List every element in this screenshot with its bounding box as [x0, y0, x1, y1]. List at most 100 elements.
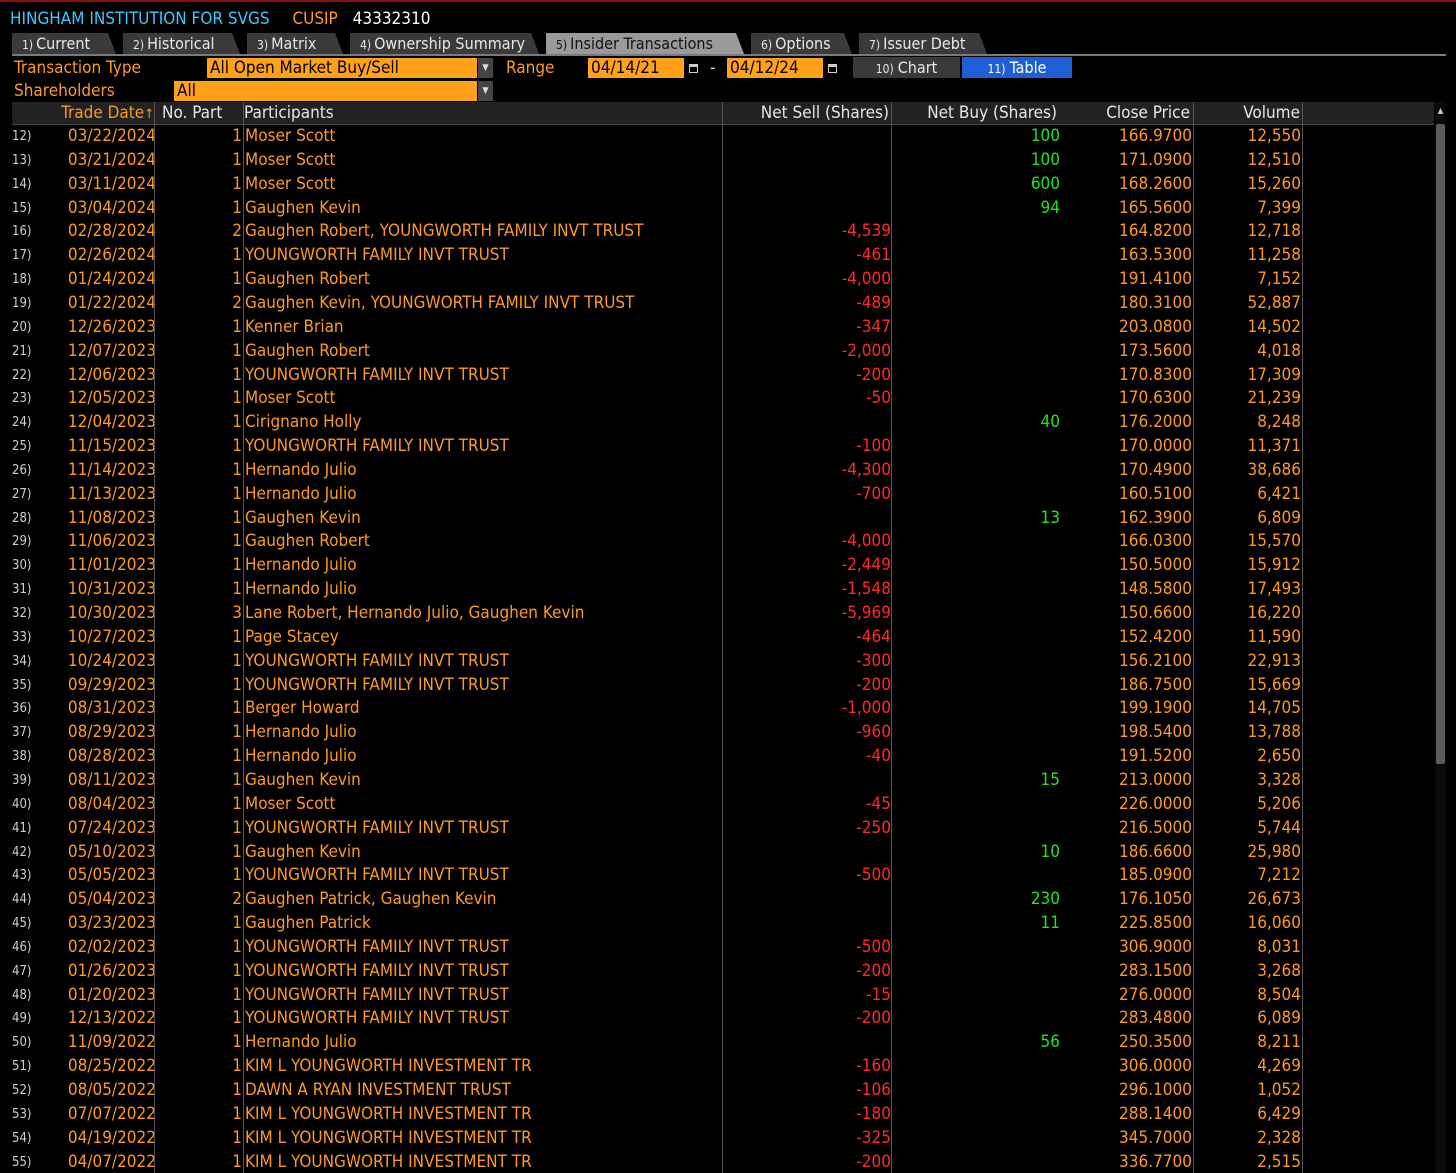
table-row[interactable]: 52) 08/05/2022 1 DAWN A RYAN INVESTMENT TRU…: [12, 1079, 1434, 1103]
cell-vol: 7,212: [1257, 865, 1301, 886]
cell-idx: 55): [12, 1154, 32, 1170]
volume-header[interactable]: Volume: [1194, 102, 1300, 124]
table-row[interactable]: 53) 07/07/2022 1 KIM L YOUNGWORTH INVESTMEN…: [12, 1103, 1434, 1127]
cell-npart: 2: [232, 889, 242, 910]
table-row[interactable]: 42) 05/10/2023 1 Gaughen Kevin 10 186.6600 25,…: [12, 841, 1434, 865]
table-row[interactable]: 45) 03/23/2023 1 Gaughen Patrick 11 225.8500 1…: [12, 912, 1434, 936]
cell-date: 11/09/2022: [67, 1032, 156, 1053]
table-row[interactable]: 21) 12/07/2023 1 Gaughen Robert -2,000 173.56…: [12, 340, 1434, 364]
table-row[interactable]: 27) 11/13/2023 1 Hernando Julio -700 160.5100…: [12, 483, 1434, 507]
tab-label: Current: [36, 34, 91, 53]
table-row[interactable]: 14) 03/11/2024 1 Moser Scott 600 168.2600 15,2…: [12, 173, 1434, 197]
table-row[interactable]: 48) 01/20/2023 1 YOUNGWORTH FAMILY INVT TRU…: [12, 984, 1434, 1008]
trade-date-header[interactable]: Trade Date↑: [48, 102, 154, 124]
cell-close: 164.8200: [1119, 221, 1192, 242]
cell-npart: 1: [232, 1151, 242, 1172]
table-row[interactable]: 30) 11/01/2023 1 Hernando Julio -2,449 150.50…: [12, 554, 1434, 578]
table-row[interactable]: 17) 02/26/2024 1 YOUNGWORTH FAMILY INVT TRU…: [12, 244, 1434, 268]
table-row[interactable]: 22) 12/06/2023 1 YOUNGWORTH FAMILY INVT TRU…: [12, 364, 1434, 388]
table-row[interactable]: 38) 08/28/2023 1 Hernando Julio -40 191.5200 2…: [12, 745, 1434, 769]
cell-sell: [723, 769, 891, 793]
tab-historical[interactable]: 2) Historical: [123, 33, 240, 54]
table-row[interactable]: 31) 10/31/2023 1 Hernando Julio -1,548 148.58…: [12, 578, 1434, 602]
cell-npart: 1: [232, 412, 242, 433]
table-row[interactable]: 35) 09/29/2023 1 YOUNGWORTH FAMILY INVT TRU…: [12, 674, 1434, 698]
table-row[interactable]: 29) 11/06/2023 1 Gaughen Robert -4,000 166.03…: [12, 530, 1434, 554]
cell-sell: -5,969: [841, 603, 891, 623]
security-name: HINGHAM INSTITUTION FOR SVGS: [10, 9, 270, 29]
cell-npart: 3: [232, 603, 242, 623]
shareholders-chevron-down-icon[interactable]: ▼: [478, 81, 493, 101]
cell-npart: 1: [232, 579, 242, 600]
table-row[interactable]: 51) 08/25/2022 1 KIM L YOUNGWORTH INVESTMEN…: [12, 1055, 1434, 1079]
net-buy-header[interactable]: Net Buy (Shares): [892, 102, 1057, 124]
table-row[interactable]: 36) 08/31/2023 1 Berger Howard -1,000 199.190…: [12, 697, 1434, 721]
cell-close: 186.6600: [1119, 841, 1192, 862]
tab-issuer-debt[interactable]: 7) Issuer Debt: [859, 33, 987, 54]
no-part-header[interactable]: No. Part: [162, 102, 252, 124]
table-row[interactable]: 26) 11/14/2023 1 Hernando Julio -4,300 170.49…: [12, 459, 1434, 483]
tab-matrix[interactable]: 3) Matrix: [247, 33, 343, 54]
tab-ownership-summary[interactable]: 4) Ownership Summary: [350, 33, 539, 54]
table-row[interactable]: 55) 04/07/2022 1 KIM L YOUNGWORTH INVESTMEN…: [12, 1151, 1434, 1173]
sort-ascending-icon[interactable]: ↑: [144, 107, 154, 122]
table-row[interactable]: 40) 08/04/2023 1 Moser Scott -45 226.0000 5,20…: [12, 793, 1434, 817]
table-row[interactable]: 49) 12/13/2022 1 YOUNGWORTH FAMILY INVT TRU…: [12, 1007, 1434, 1031]
cell-npart: 1: [232, 173, 242, 194]
table-row[interactable]: 18) 01/24/2024 1 Gaughen Robert -4,000 191.41…: [12, 268, 1434, 292]
tab-insider-transactions[interactable]: 5) Insider Transactions: [546, 33, 744, 54]
cell-buy: [892, 292, 1060, 316]
transaction-type-dropdown[interactable]: All Open Market Buy/Sell: [207, 58, 477, 78]
range-start-date-input[interactable]: 04/14/21: [588, 58, 684, 78]
table-row[interactable]: 25) 11/15/2023 1 YOUNGWORTH FAMILY INVT TRU…: [12, 435, 1434, 459]
tab-label: Options: [775, 34, 831, 53]
range-end-calendar-icon[interactable]: [825, 58, 839, 78]
table-row[interactable]: 43) 05/05/2023 1 YOUNGWORTH FAMILY INVT TRU…: [12, 864, 1434, 888]
table-row[interactable]: 28) 11/08/2023 1 Gaughen Kevin 13 162.3900 6,8…: [12, 507, 1434, 531]
table-row[interactable]: 54) 04/19/2022 1 KIM L YOUNGWORTH INVESTMEN…: [12, 1127, 1434, 1151]
shareholders-dropdown[interactable]: All: [174, 81, 477, 101]
close-price-header[interactable]: Close Price: [1062, 102, 1190, 124]
range-start-calendar-icon[interactable]: [686, 58, 700, 78]
cell-npart: 1: [232, 841, 242, 862]
range-end-date-input[interactable]: 04/12/24: [727, 58, 823, 78]
table-row[interactable]: 23) 12/05/2023 1 Moser Scott -50 170.6300 21,2…: [12, 387, 1434, 411]
cell-buy: [892, 864, 1060, 888]
cell-buy: [892, 1055, 1060, 1079]
cell-date: 12/13/2022: [67, 1008, 156, 1029]
cell-date: 02/02/2023: [67, 936, 156, 957]
table-row[interactable]: 13) 03/21/2024 1 Moser Scott 100 171.0900 12,5…: [12, 149, 1434, 173]
table-row[interactable]: 24) 12/04/2023 1 Cirignano Holly 40 176.2000 8…: [12, 411, 1434, 435]
table-row[interactable]: 32) 10/30/2023 3 Lane Robert, Hernando Juli…: [12, 602, 1434, 626]
tab-options[interactable]: 6) Options: [751, 33, 852, 54]
table-row[interactable]: 44) 05/04/2023 2 Gaughen Patrick, Gaughen K…: [12, 888, 1434, 912]
table-row[interactable]: 33) 10/27/2023 1 Page Stacey -464 152.4200 11,…: [12, 626, 1434, 650]
table-button[interactable]: 11) Table: [962, 57, 1072, 78]
cell-buy: [892, 626, 1060, 650]
transaction-type-chevron-down-icon[interactable]: ▼: [478, 58, 493, 78]
cell-sell: -40: [866, 746, 891, 767]
table-row[interactable]: 50) 11/09/2022 1 Hernando Julio 56 250.3500 8,…: [12, 1031, 1434, 1055]
table-row[interactable]: 12) 03/22/2024 1 Moser Scott 100 166.9700 12,5…: [12, 125, 1434, 149]
table-row[interactable]: 41) 07/24/2023 1 YOUNGWORTH FAMILY INVT TRU…: [12, 817, 1434, 841]
table-row[interactable]: 46) 02/02/2023 1 YOUNGWORTH FAMILY INVT TRU…: [12, 936, 1434, 960]
tab-current[interactable]: 1) Current: [12, 33, 116, 54]
net-sell-header[interactable]: Net Sell (Shares): [723, 102, 889, 124]
vertical-scrollbar[interactable]: ▲: [1435, 102, 1446, 1173]
cell-idx: 54): [12, 1130, 32, 1146]
table-row[interactable]: 19) 01/22/2024 2 Gaughen Kevin, YOUNGWORTH …: [12, 292, 1434, 316]
table-row[interactable]: 39) 08/11/2023 1 Gaughen Kevin 15 213.0000 3,3…: [12, 769, 1434, 793]
cell-sell: -45: [866, 793, 891, 814]
table-row[interactable]: 16) 02/28/2024 2 Gaughen Robert, YOUNGWORTH…: [12, 220, 1434, 244]
scrollbar-thumb[interactable]: [1436, 124, 1445, 764]
table-row[interactable]: 37) 08/29/2023 1 Hernando Julio -960 198.5400…: [12, 721, 1434, 745]
table-row[interactable]: 34) 10/24/2023 1 YOUNGWORTH FAMILY INVT TRU…: [12, 650, 1434, 674]
cell-buy: [892, 960, 1060, 984]
chart-button[interactable]: 10) Chart: [853, 57, 960, 78]
participants-header[interactable]: Participants: [244, 102, 544, 124]
table-row[interactable]: 20) 12/26/2023 1 Kenner Brian -347 203.0800 14…: [12, 316, 1434, 340]
table-row[interactable]: 47) 01/26/2023 1 YOUNGWORTH FAMILY INVT TRU…: [12, 960, 1434, 984]
scroll-up-arrow-icon[interactable]: ▲: [1435, 106, 1446, 116]
table-row[interactable]: 15) 03/04/2024 1 Gaughen Kevin 94 165.5600 7,3…: [12, 197, 1434, 221]
cell-sell: -180: [856, 1103, 891, 1124]
